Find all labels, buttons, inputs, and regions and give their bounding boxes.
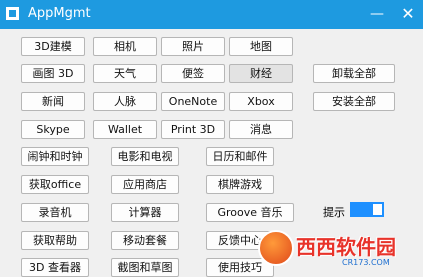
app-button-skype[interactable]: Skype: [21, 120, 85, 139]
hint-toggle[interactable]: [350, 202, 384, 217]
title-bar: AppMgmt — ✕: [0, 0, 423, 29]
window-title: AppMgmt: [28, 6, 91, 21]
app-icon: [6, 7, 19, 20]
hint-label: 提示: [323, 206, 345, 219]
app-button-mobile-plans[interactable]: 移动套餐: [111, 231, 179, 250]
app-button-paint-3d[interactable]: 画图 3D: [21, 64, 85, 83]
app-button-groove-music[interactable]: Groove 音乐: [206, 203, 294, 222]
app-button-alarms-clock[interactable]: 闹钟和时钟: [21, 147, 89, 166]
app-button-3d-builder[interactable]: 3D建模: [21, 37, 85, 56]
minimize-button[interactable]: —: [362, 1, 392, 27]
app-button-board-games[interactable]: 棋牌游戏: [206, 175, 274, 194]
watermark-url: CR173.COM: [342, 258, 390, 267]
app-button-tips[interactable]: 使用技巧: [206, 258, 274, 277]
app-button-messaging[interactable]: 消息: [229, 120, 293, 139]
close-button[interactable]: ✕: [393, 1, 423, 27]
app-button-movies-tv[interactable]: 电影和电视: [111, 147, 179, 166]
app-button-people[interactable]: 人脉: [93, 92, 157, 111]
app-button-photos[interactable]: 照片: [161, 37, 225, 56]
app-button-get-help[interactable]: 获取帮助: [21, 231, 89, 250]
app-button-weather[interactable]: 天气: [93, 64, 157, 83]
uninstall-all-button[interactable]: 卸载全部: [313, 64, 395, 83]
app-button-get-office[interactable]: 获取office: [21, 175, 89, 194]
app-button-news[interactable]: 新闻: [21, 92, 85, 111]
app-button-xbox[interactable]: Xbox: [229, 92, 293, 111]
app-button-snip-sketch[interactable]: 截图和草图: [111, 258, 179, 277]
app-button-print-3d[interactable]: Print 3D: [161, 120, 225, 139]
toggle-knob: [373, 204, 382, 215]
watermark-brand: 西西软件园: [296, 235, 396, 259]
app-button-store[interactable]: 应用商店: [111, 175, 179, 194]
app-button-wallet[interactable]: Wallet: [93, 120, 157, 139]
app-button-camera[interactable]: 相机: [93, 37, 157, 56]
app-button-onenote[interactable]: OneNote: [161, 92, 225, 111]
app-button-maps[interactable]: 地图: [229, 37, 293, 56]
app-button-sticky-notes[interactable]: 便签: [161, 64, 225, 83]
app-button-calculator[interactable]: 计算器: [111, 203, 179, 222]
install-all-button[interactable]: 安装全部: [313, 92, 395, 111]
app-button-calendar-mail[interactable]: 日历和邮件: [206, 147, 274, 166]
app-button-finance[interactable]: 财经: [229, 64, 293, 83]
app-button-3d-viewer[interactable]: 3D 查看器: [21, 258, 89, 277]
app-button-voice-recorder[interactable]: 录音机: [21, 203, 89, 222]
watermark: 西西软件园 CR173.COM: [258, 228, 423, 271]
app-button-feedback-hub[interactable]: 反馈中心: [206, 231, 274, 250]
